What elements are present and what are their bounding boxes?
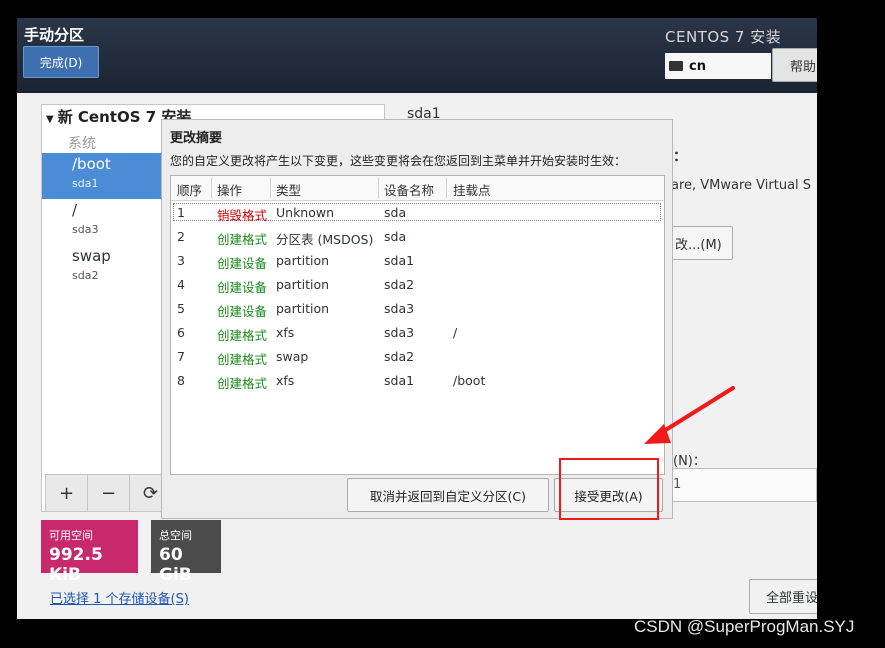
csdn-watermark: CSDN @SuperProgMan.SYJ <box>634 617 855 636</box>
annotation-arrow-icon <box>644 386 735 444</box>
